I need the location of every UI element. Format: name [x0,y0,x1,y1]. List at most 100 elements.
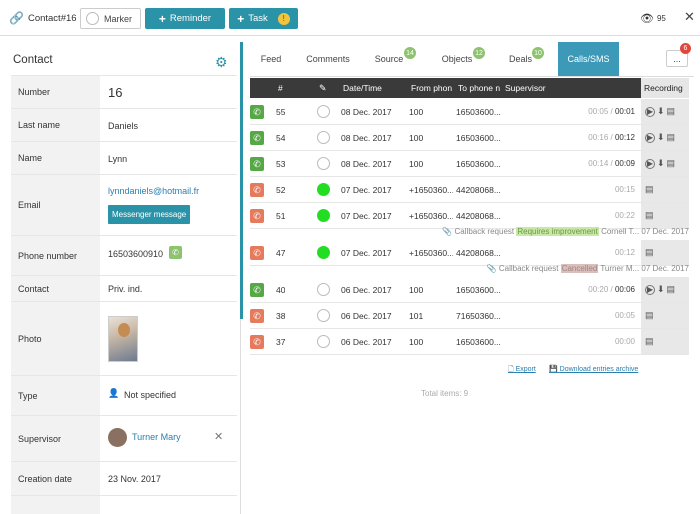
source-badge: 14 [404,47,416,59]
reminder-button[interactable]: + Reminder [145,8,225,29]
download-icon[interactable]: ⬇ [657,106,665,117]
export-link[interactable]: 🗋 Export [508,365,536,376]
row-date: 08 Dec. 2017 [341,107,392,117]
callback-request-row[interactable]: 📎 Callback request Requires improvement … [250,227,689,236]
notes-icon[interactable]: ▤ [645,247,654,258]
table-row[interactable]: ✆ 54 08 Dec. 2017 100 16503600... 00:16 / 00:… [250,125,689,151]
status-circle[interactable] [317,246,330,259]
notes-icon[interactable]: ▤ [645,210,654,221]
status-circle[interactable] [317,335,330,348]
phone-outgoing-icon[interactable]: ✆ [250,246,264,260]
tab-deals[interactable]: Deals [504,42,537,76]
messenger-button[interactable]: Messenger message [108,205,191,224]
row-date: 07 Dec. 2017 [341,248,392,258]
row-from: 101 [409,311,424,321]
status-circle[interactable] [317,105,330,118]
recording-cell: ▶ ⬇ ▤ [641,99,689,124]
call-phone-icon[interactable]: ✆ [169,246,182,259]
row-duration: 00:05 [560,311,635,320]
tab-calls-sms[interactable]: Calls/SMS [558,42,619,76]
play-icon[interactable]: ▶ [645,158,655,169]
panel-splitter[interactable] [240,42,243,319]
close-icon[interactable]: ✕ [684,9,695,25]
phone-outgoing-icon[interactable]: ✆ [250,183,264,197]
table-row[interactable]: ✆ 47 07 Dec. 2017 +1650360... 44208068... 00:… [250,240,689,266]
recording-cell: ▤ [641,203,689,228]
notes-icon[interactable]: ▤ [667,132,676,143]
panel-divider [240,319,241,514]
play-icon[interactable]: ▶ [645,132,655,143]
play-icon[interactable]: ▶ [645,284,655,295]
notes-icon[interactable]: ▤ [667,284,676,295]
table-row[interactable]: ✆ 51 07 Dec. 2017 +1650360... 44208068... 00:… [250,203,689,229]
download-archive-link[interactable]: 💾 Download entries archive [549,365,638,373]
contact-heading: Contact [13,54,53,66]
status-circle[interactable] [317,131,330,144]
status-circle[interactable] [317,309,330,322]
callback-request-row[interactable]: 📎 Callback request Cancelled Turner M...… [250,264,689,273]
supervisor-link[interactable]: Turner Mary [132,432,181,442]
phone-incoming-icon[interactable]: ✆ [250,283,264,297]
notes-icon[interactable]: ▤ [667,106,676,117]
table-row[interactable]: ✆ 53 08 Dec. 2017 100 16503600... 00:14 / 00:… [250,151,689,177]
tab-source[interactable]: Source [366,42,412,76]
status-circle[interactable] [317,209,330,222]
row-duration: 00:05 / 00:01 [588,107,635,116]
table-row[interactable]: ✆ 40 06 Dec. 2017 100 16503600... 00:20 / 00:… [250,277,689,303]
recording-cell: ▶ ⬇ ▤ [641,277,689,302]
col-supervisor[interactable]: Supervisor [505,78,546,98]
contact-type-value[interactable]: Priv. ind. [108,284,142,294]
phone-incoming-icon[interactable]: ✆ [250,131,264,145]
remove-supervisor-icon[interactable]: ✕ [214,430,223,443]
phone-value[interactable]: 16503600910 [108,249,163,259]
tab-comments[interactable]: Comments [299,42,357,76]
phone-outgoing-icon[interactable]: ✆ [250,209,264,223]
phone-outgoing-icon[interactable]: ✆ [250,335,264,349]
notes-icon[interactable]: ▤ [645,310,654,321]
table-row[interactable]: ✆ 52 07 Dec. 2017 +1650360... 44208068... 00:… [250,177,689,203]
phone-incoming-icon[interactable]: ✆ [250,105,264,119]
play-icon[interactable]: ▶ [645,106,655,117]
col-number[interactable]: # [278,78,283,98]
tab-objects[interactable]: Objects [435,42,479,76]
status-circle[interactable] [317,157,330,170]
talk-time: 00:22 [614,211,635,220]
download-icon[interactable]: ⬇ [657,158,665,169]
row-duration: 00:15 [560,185,635,194]
notes-icon[interactable]: ▤ [645,336,654,347]
notes-icon[interactable]: ▤ [645,184,654,195]
download-icon[interactable]: ⬇ [657,284,665,295]
table-row[interactable]: ✆ 37 06 Dec. 2017 100 16503600... 00:00 ▤ [250,329,689,355]
field-type: Type 👤 Not specified [11,375,237,415]
field-phone: Phone number 16503600910 ✆ [11,235,237,275]
gear-icon[interactable]: ⚙ [215,54,228,71]
col-date[interactable]: Date/Time [343,78,382,98]
task-badge: ! [277,12,290,25]
table-row[interactable]: ✆ 55 08 Dec. 2017 100 16503600... 00:05 / 00:… [250,99,689,125]
row-to: 71650360... [456,311,501,321]
contact-photo[interactable] [108,316,138,362]
phone-outgoing-icon[interactable]: ✆ [250,309,264,323]
col-to[interactable]: To phone n [458,78,502,98]
field-label: Phone number [11,236,100,275]
status-circle[interactable] [317,283,330,296]
download-icon[interactable]: ⬇ [657,132,665,143]
row-duration: 00:22 [560,211,635,220]
name-value[interactable]: Lynn [108,154,127,164]
type-value[interactable]: Not specified [124,390,176,400]
table-row[interactable]: ✆ 38 06 Dec. 2017 101 71650360... 00:05 ▤ [250,303,689,329]
last-name-value[interactable]: Daniels [108,121,138,131]
task-button[interactable]: + Task ! [229,8,298,29]
recording-cell: ▶ ⬇ ▤ [641,151,689,176]
email-link[interactable]: lynndaniels@hotmail.fr [108,186,199,196]
marker-button[interactable]: Marker [80,8,141,29]
row-duration: 00:20 / 00:06 [588,285,635,294]
phone-incoming-icon[interactable]: ✆ [250,157,264,171]
col-recording[interactable]: Recording [641,78,689,98]
tab-feed[interactable]: Feed [250,42,292,76]
field-last-name: Last name Daniels [11,108,237,141]
col-from[interactable]: From phon [411,78,454,98]
status-circle[interactable] [317,183,330,196]
notes-icon[interactable]: ▤ [667,158,676,169]
avatar [108,428,127,447]
